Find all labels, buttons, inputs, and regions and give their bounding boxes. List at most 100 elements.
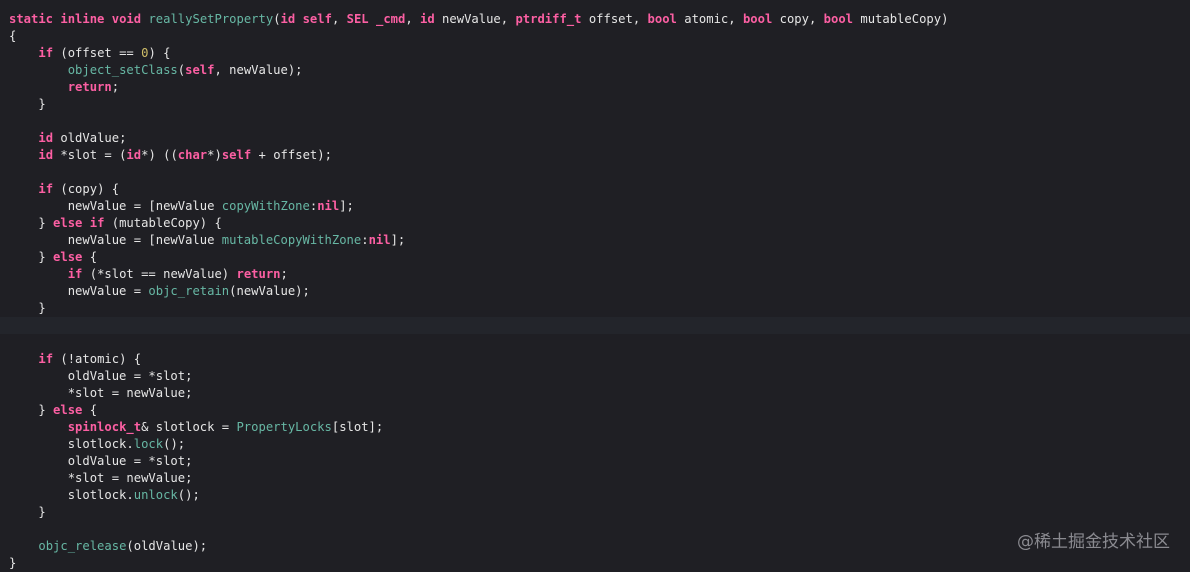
code-text: { xyxy=(9,29,17,43)
code-identifier: object_setClass xyxy=(67,63,178,77)
code-text: , newValue); xyxy=(214,63,303,77)
code-keyword: bool xyxy=(647,12,677,26)
code-text: ) { xyxy=(148,46,171,60)
code-line: newValue = objc_retain(newValue); xyxy=(9,283,1190,300)
code-line: slotlock.lock(); xyxy=(9,436,1190,453)
code-line: newValue = [newValue mutableCopyWithZone… xyxy=(9,232,1190,249)
code-line: } xyxy=(9,300,1190,317)
code-text: } xyxy=(9,216,54,230)
code-text: newValue, xyxy=(434,12,516,26)
code-text: (*slot == newValue) xyxy=(82,267,237,281)
code-text-area[interactable]: static inline void reallySetProperty(id … xyxy=(0,11,1190,572)
code-keyword: _cmd xyxy=(375,12,406,26)
code-line: if (copy) { xyxy=(9,181,1190,198)
code-keyword: if xyxy=(38,352,54,366)
code-line: newValue = [newValue copyWithZone:nil]; xyxy=(9,198,1190,215)
code-keyword: return xyxy=(236,267,281,281)
code-keyword: spinlock_t xyxy=(67,420,142,434)
code-text: } xyxy=(9,301,46,315)
code-text: *) (( xyxy=(141,148,178,162)
code-keyword: id xyxy=(420,12,435,26)
code-keyword: SEL xyxy=(346,12,369,26)
code-keyword: nil xyxy=(368,233,391,247)
code-identifier: objc_retain xyxy=(148,284,230,298)
code-text: offset, xyxy=(581,12,648,26)
code-keyword: if xyxy=(67,267,83,281)
code-keyword: else xyxy=(53,403,83,417)
code-keyword: bool xyxy=(823,12,854,26)
code-keyword: ptrdiff_t xyxy=(515,12,582,26)
code-keyword: else xyxy=(53,216,83,230)
code-keyword: id xyxy=(38,131,54,145)
code-text: ; xyxy=(111,80,120,94)
code-text: : xyxy=(361,233,369,247)
code-keyword: nil xyxy=(317,199,340,213)
watermark: @稀土掘金技术社区 xyxy=(1017,532,1170,552)
code-keyword: else xyxy=(53,250,83,264)
code-line: id *slot = (id*) ((char*)self + offset); xyxy=(9,147,1190,164)
code-keyword: if xyxy=(38,182,54,196)
code-identifier: lock xyxy=(133,437,164,451)
code-text: + offset); xyxy=(251,148,332,162)
code-line: } xyxy=(9,96,1190,113)
code-text: newValue = xyxy=(9,284,149,298)
code-line: { xyxy=(9,28,1190,45)
code-text: ]; xyxy=(390,233,406,247)
code-line: oldValue = *slot; xyxy=(9,368,1190,385)
code-keyword: return xyxy=(67,80,112,94)
code-keyword: inline xyxy=(60,12,105,26)
code-editor[interactable]: static inline void reallySetProperty(id … xyxy=(0,0,1190,572)
code-line: oldValue = *slot; xyxy=(9,453,1190,470)
code-text: oldValue; xyxy=(53,131,127,145)
code-line: } xyxy=(9,555,1190,572)
code-text: *slot = ( xyxy=(53,148,127,162)
code-keyword: id xyxy=(38,148,54,162)
code-text: (oldValue); xyxy=(126,539,208,553)
code-text: { xyxy=(82,403,98,417)
code-line: slotlock.unlock(); xyxy=(9,487,1190,504)
code-text: atomic, xyxy=(676,12,743,26)
code-text: , xyxy=(331,12,347,26)
code-keyword: char xyxy=(177,148,208,162)
code-text: (offset == xyxy=(53,46,142,60)
code-text: ( xyxy=(273,12,281,26)
code-keyword: self xyxy=(302,12,332,26)
code-identifier: reallySetProperty xyxy=(148,12,274,26)
code-text: slotlock. xyxy=(9,488,134,502)
code-text: { xyxy=(82,250,98,264)
code-text: (newValue); xyxy=(229,284,310,298)
code-text: newValue = [newValue xyxy=(9,233,222,247)
code-text: slotlock. xyxy=(9,437,134,451)
code-keyword: void xyxy=(111,12,142,26)
code-text: } xyxy=(9,250,54,264)
code-identifier: objc_release xyxy=(38,539,127,553)
code-text: *slot = newValue; xyxy=(9,471,193,485)
code-line: } else { xyxy=(9,249,1190,266)
code-text: [slot]; xyxy=(331,420,384,434)
code-line: objc_release(oldValue); xyxy=(9,538,1190,555)
code-identifier: mutableCopyWithZone xyxy=(221,233,362,247)
code-line: id oldValue; xyxy=(9,130,1190,147)
code-identifier: copyWithZone xyxy=(221,199,310,213)
code-text: oldValue = *slot; xyxy=(9,369,193,383)
code-text: } xyxy=(9,403,54,417)
code-identifier: unlock xyxy=(133,488,178,502)
code-identifier: PropertyLocks xyxy=(236,420,332,434)
code-line: object_setClass(self, newValue); xyxy=(9,62,1190,79)
code-text: copy, xyxy=(772,12,824,26)
